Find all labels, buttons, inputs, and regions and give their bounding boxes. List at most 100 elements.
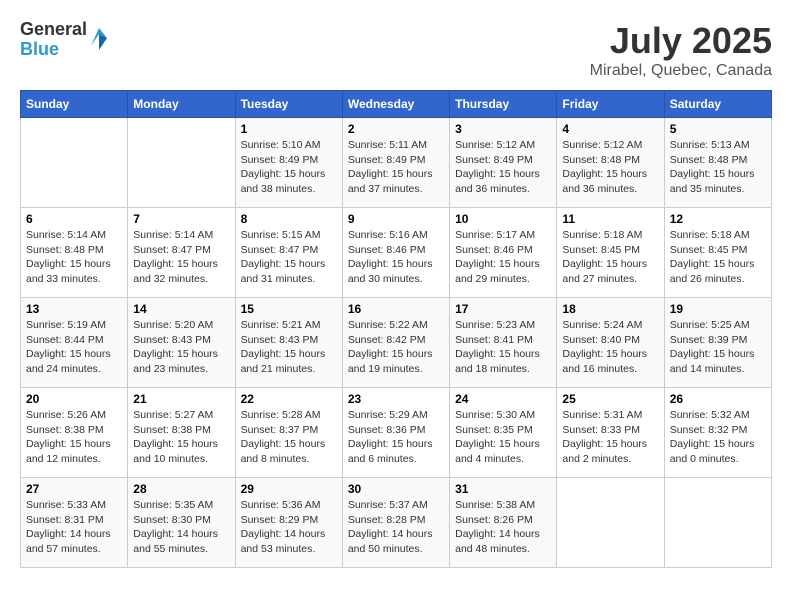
day-cell	[557, 478, 664, 568]
day-info: Sunrise: 5:25 AMSunset: 8:39 PMDaylight:…	[670, 318, 766, 377]
day-number: 23	[348, 392, 444, 406]
day-cell: 17 Sunrise: 5:23 AMSunset: 8:41 PMDayligh…	[450, 298, 557, 388]
day-number: 31	[455, 482, 551, 496]
day-cell: 18 Sunrise: 5:24 AMSunset: 8:40 PMDayligh…	[557, 298, 664, 388]
day-cell: 13Sunrise: 5:19 AMSunset: 8:44 PMDayligh…	[21, 298, 128, 388]
day-number: 27	[26, 482, 122, 496]
day-info: Sunrise: 5:33 AMSunset: 8:31 PMDaylight:…	[26, 498, 122, 557]
day-number: 20	[26, 392, 122, 406]
day-info: Sunrise: 5:26 AMSunset: 8:38 PMDaylight:…	[26, 408, 122, 467]
page-header: General Blue July 2025 Mirabel, Quebec, …	[20, 20, 772, 80]
day-info: Sunrise: 5:10 AMSunset: 8:49 PMDaylight:…	[241, 138, 337, 197]
day-number: 7	[133, 212, 229, 226]
day-info: Sunrise: 5:14 AMSunset: 8:48 PMDaylight:…	[26, 228, 122, 287]
day-cell: 29 Sunrise: 5:36 AMSunset: 8:29 PMDayligh…	[235, 478, 342, 568]
day-info: Sunrise: 5:16 AMSunset: 8:46 PMDaylight:…	[348, 228, 444, 287]
logo-line1: General	[20, 20, 87, 40]
day-cell: 4Sunrise: 5:12 AMSunset: 8:48 PMDaylight…	[557, 118, 664, 208]
day-number: 3	[455, 122, 551, 136]
day-cell: 10Sunrise: 5:17 AMSunset: 8:46 PMDayligh…	[450, 208, 557, 298]
day-cell: 9 Sunrise: 5:16 AMSunset: 8:46 PMDaylight…	[342, 208, 449, 298]
day-info: Sunrise: 5:19 AMSunset: 8:44 PMDaylight:…	[26, 318, 122, 377]
day-info: Sunrise: 5:18 AMSunset: 8:45 PMDaylight:…	[562, 228, 658, 287]
day-cell: 27 Sunrise: 5:33 AMSunset: 8:31 PMDayligh…	[21, 478, 128, 568]
header-thursday: Thursday	[450, 91, 557, 118]
day-cell: 5 Sunrise: 5:13 AMSunset: 8:48 PMDaylight…	[664, 118, 771, 208]
day-cell: 11 Sunrise: 5:18 AMSunset: 8:45 PMDayligh…	[557, 208, 664, 298]
day-number: 19	[670, 302, 766, 316]
day-number: 10	[455, 212, 551, 226]
day-number: 21	[133, 392, 229, 406]
calendar-header-row: SundayMondayTuesdayWednesdayThursdayFrid…	[21, 91, 772, 118]
day-number: 16	[348, 302, 444, 316]
day-cell: 7 Sunrise: 5:14 AMSunset: 8:47 PMDaylight…	[128, 208, 235, 298]
day-info: Sunrise: 5:15 AMSunset: 8:47 PMDaylight:…	[241, 228, 337, 287]
day-info: Sunrise: 5:24 AMSunset: 8:40 PMDaylight:…	[562, 318, 658, 377]
day-info: Sunrise: 5:38 AMSunset: 8:26 PMDaylight:…	[455, 498, 551, 557]
header-friday: Friday	[557, 91, 664, 118]
day-info: Sunrise: 5:13 AMSunset: 8:48 PMDaylight:…	[670, 138, 766, 197]
day-cell: 25 Sunrise: 5:31 AMSunset: 8:33 PMDayligh…	[557, 388, 664, 478]
day-info: Sunrise: 5:28 AMSunset: 8:37 PMDaylight:…	[241, 408, 337, 467]
day-number: 17	[455, 302, 551, 316]
day-cell: 31 Sunrise: 5:38 AMSunset: 8:26 PMDayligh…	[450, 478, 557, 568]
week-row-2: 6 Sunrise: 5:14 AMSunset: 8:48 PMDaylight…	[21, 208, 772, 298]
day-info: Sunrise: 5:36 AMSunset: 8:29 PMDaylight:…	[241, 498, 337, 557]
logo: General Blue	[20, 20, 109, 60]
day-cell: 16 Sunrise: 5:22 AMSunset: 8:42 PMDayligh…	[342, 298, 449, 388]
week-row-1: 1 Sunrise: 5:10 AMSunset: 8:49 PMDaylight…	[21, 118, 772, 208]
logo-text: General Blue	[20, 20, 87, 60]
header-tuesday: Tuesday	[235, 91, 342, 118]
day-info: Sunrise: 5:31 AMSunset: 8:33 PMDaylight:…	[562, 408, 658, 467]
day-cell: 20 Sunrise: 5:26 AMSunset: 8:38 PMDayligh…	[21, 388, 128, 478]
day-info: Sunrise: 5:18 AMSunset: 8:45 PMDaylight:…	[670, 228, 766, 287]
day-cell: 2 Sunrise: 5:11 AMSunset: 8:49 PMDaylight…	[342, 118, 449, 208]
day-number: 22	[241, 392, 337, 406]
day-number: 28	[133, 482, 229, 496]
day-info: Sunrise: 5:11 AMSunset: 8:49 PMDaylight:…	[348, 138, 444, 197]
logo-icon	[89, 26, 109, 50]
day-info: Sunrise: 5:12 AMSunset: 8:49 PMDaylight:…	[455, 138, 551, 197]
location-subtitle: Mirabel, Quebec, Canada	[590, 62, 772, 80]
day-cell: 6 Sunrise: 5:14 AMSunset: 8:48 PMDaylight…	[21, 208, 128, 298]
day-cell: 23Sunrise: 5:29 AMSunset: 8:36 PMDayligh…	[342, 388, 449, 478]
day-cell: 3 Sunrise: 5:12 AMSunset: 8:49 PMDaylight…	[450, 118, 557, 208]
day-info: Sunrise: 5:22 AMSunset: 8:42 PMDaylight:…	[348, 318, 444, 377]
day-number: 5	[670, 122, 766, 136]
header-wednesday: Wednesday	[342, 91, 449, 118]
day-cell: 22 Sunrise: 5:28 AMSunset: 8:37 PMDayligh…	[235, 388, 342, 478]
day-number: 15	[241, 302, 337, 316]
day-number: 12	[670, 212, 766, 226]
day-number: 2	[348, 122, 444, 136]
day-info: Sunrise: 5:14 AMSunset: 8:47 PMDaylight:…	[133, 228, 229, 287]
day-number: 1	[241, 122, 337, 136]
header-sunday: Sunday	[21, 91, 128, 118]
day-info: Sunrise: 5:23 AMSunset: 8:41 PMDaylight:…	[455, 318, 551, 377]
day-number: 29	[241, 482, 337, 496]
day-number: 11	[562, 212, 658, 226]
day-info: Sunrise: 5:30 AMSunset: 8:35 PMDaylight:…	[455, 408, 551, 467]
day-cell: 28Sunrise: 5:35 AMSunset: 8:30 PMDayligh…	[128, 478, 235, 568]
week-row-5: 27 Sunrise: 5:33 AMSunset: 8:31 PMDayligh…	[21, 478, 772, 568]
calendar-table: SundayMondayTuesdayWednesdayThursdayFrid…	[20, 90, 772, 568]
day-number: 9	[348, 212, 444, 226]
day-cell	[664, 478, 771, 568]
day-info: Sunrise: 5:21 AMSunset: 8:43 PMDaylight:…	[241, 318, 337, 377]
day-cell: 30 Sunrise: 5:37 AMSunset: 8:28 PMDayligh…	[342, 478, 449, 568]
day-number: 6	[26, 212, 122, 226]
day-cell	[21, 118, 128, 208]
day-number: 25	[562, 392, 658, 406]
logo-line2: Blue	[20, 40, 87, 60]
week-row-3: 13Sunrise: 5:19 AMSunset: 8:44 PMDayligh…	[21, 298, 772, 388]
day-number: 26	[670, 392, 766, 406]
day-number: 18	[562, 302, 658, 316]
day-cell: 15 Sunrise: 5:21 AMSunset: 8:43 PMDayligh…	[235, 298, 342, 388]
day-cell: 19 Sunrise: 5:25 AMSunset: 8:39 PMDayligh…	[664, 298, 771, 388]
month-year-title: July 2025	[590, 20, 772, 62]
day-number: 30	[348, 482, 444, 496]
day-number: 14	[133, 302, 229, 316]
day-number: 24	[455, 392, 551, 406]
day-info: Sunrise: 5:37 AMSunset: 8:28 PMDaylight:…	[348, 498, 444, 557]
day-cell: 8Sunrise: 5:15 AMSunset: 8:47 PMDaylight…	[235, 208, 342, 298]
day-cell: 21Sunrise: 5:27 AMSunset: 8:38 PMDayligh…	[128, 388, 235, 478]
